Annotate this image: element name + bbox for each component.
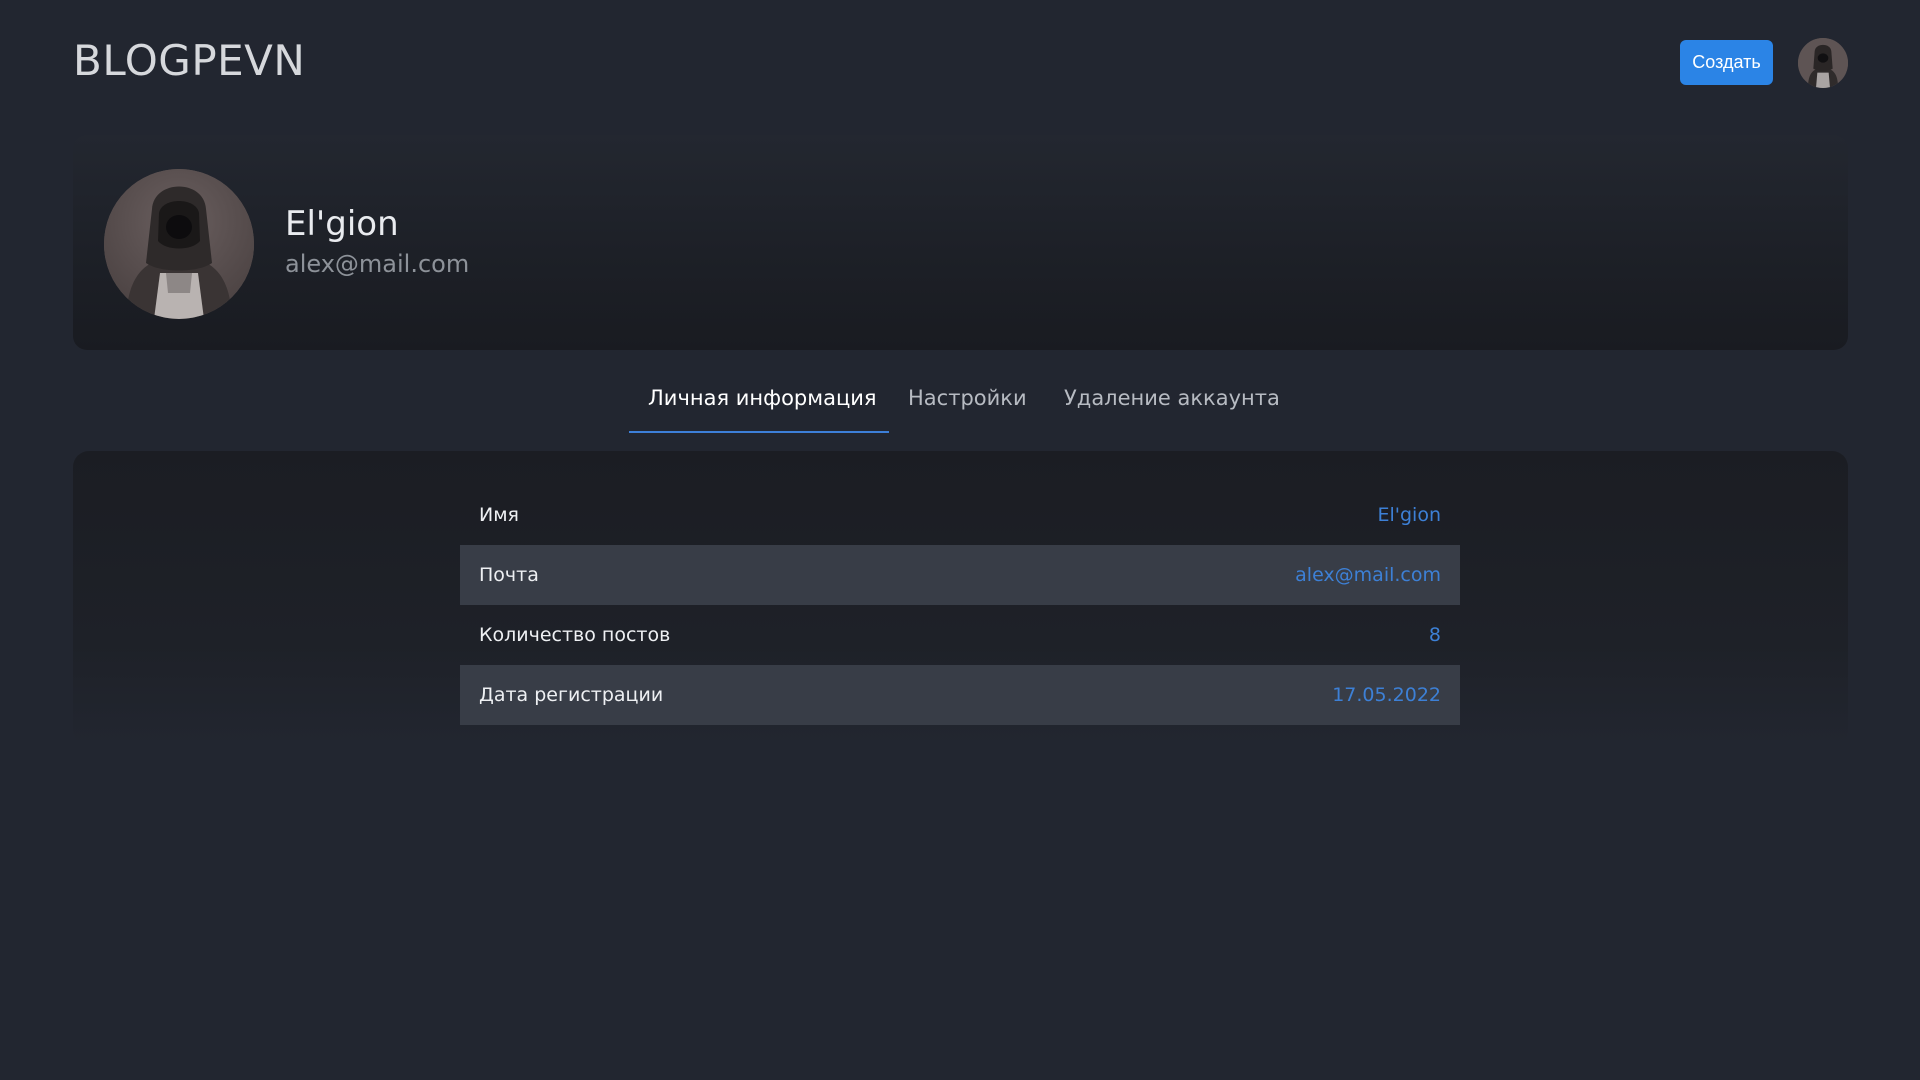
profile-name: El'gion (285, 204, 399, 244)
create-button[interactable]: Создать (1680, 40, 1773, 85)
info-value: 17.05.2022 (1332, 684, 1441, 706)
info-label: Дата регистрации (479, 684, 664, 706)
info-label: Имя (479, 504, 519, 526)
info-label: Почта (479, 564, 539, 586)
tab-settings[interactable]: Настройки (908, 384, 1027, 412)
profile-email: alex@mail.com (285, 250, 470, 278)
info-value: El'gion (1377, 504, 1441, 526)
site-logo[interactable]: BLOGPEVN (73, 36, 305, 86)
info-row-post-count: Количество постов 8 (460, 605, 1460, 665)
avatar-icon (104, 169, 254, 319)
profile-card: El'gion alex@mail.com (73, 135, 1848, 350)
header-avatar[interactable] (1798, 38, 1848, 88)
info-row-email: Почта alex@mail.com (460, 545, 1460, 605)
profile-avatar (104, 169, 254, 319)
top-bar: BLOGPEVN Создать (0, 0, 1920, 124)
tab-delete-account[interactable]: Удаление аккаунта (1064, 384, 1280, 412)
avatar-icon (1798, 38, 1848, 88)
tab-personal-info[interactable]: Личная информация (648, 384, 877, 412)
profile-tabs: Личная информация Настройки Удаление акк… (0, 372, 1920, 434)
personal-info-panel: Имя El'gion Почта alex@mail.com Количест… (73, 451, 1848, 747)
active-tab-indicator (629, 431, 889, 433)
info-row-name: Имя El'gion (460, 485, 1460, 545)
info-value: 8 (1428, 624, 1441, 646)
info-table: Имя El'gion Почта alex@mail.com Количест… (460, 485, 1460, 725)
info-row-registration-date: Дата регистрации 17.05.2022 (460, 665, 1460, 725)
info-value: alex@mail.com (1295, 564, 1441, 586)
info-label: Количество постов (479, 624, 671, 646)
